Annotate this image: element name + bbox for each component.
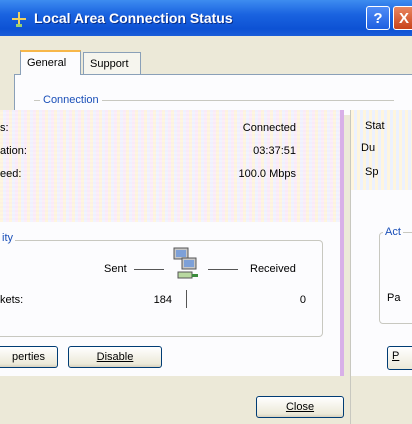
help-button[interactable]: ? <box>366 6 390 30</box>
secondary-properties-label: P <box>392 350 400 362</box>
received-line <box>208 269 238 270</box>
status-value: Connected <box>242 122 296 134</box>
speed-value: 100.0 Mbps <box>238 168 296 180</box>
tab-support[interactable]: Support <box>83 52 141 74</box>
secondary-duration-label: Du <box>361 142 376 154</box>
packets-label: kets: <box>0 294 24 306</box>
secondary-packets-label: Pa <box>387 292 401 304</box>
received-label: Received <box>250 263 296 275</box>
secondary-window: Stat Du Sp Act Pa P <box>350 110 412 424</box>
window-title: Local Area Connection Status <box>34 10 233 26</box>
duration-value: 03:37:51 <box>253 145 296 157</box>
close-button-label: Close <box>285 401 315 413</box>
secondary-footer <box>351 376 412 424</box>
packets-sent-value: 184 <box>153 294 172 306</box>
duration-label: ation: <box>0 145 27 157</box>
secondary-status-label: Stat <box>365 120 385 132</box>
title-bar[interactable]: Local Area Connection Status ? X <box>0 0 412 36</box>
packets-separator <box>186 290 187 308</box>
close-window-button[interactable]: X <box>393 6 412 30</box>
activity-group-label: ity <box>0 232 15 244</box>
secondary-activity-group <box>379 232 412 324</box>
status-label: s: <box>0 122 9 134</box>
connection-group-label: Connection <box>40 94 102 106</box>
speed-label: eed: <box>0 168 22 180</box>
disable-button[interactable]: Disable <box>68 346 162 368</box>
packets-received-value: 0 <box>299 294 306 306</box>
sent-line <box>134 269 164 270</box>
tab-general[interactable]: General <box>20 50 81 75</box>
secondary-speed-label: Sp <box>365 166 379 178</box>
properties-button[interactable]: perties <box>0 346 58 368</box>
network-connection-icon <box>12 12 26 27</box>
secondary-activity-label: Act <box>383 226 403 238</box>
close-button[interactable]: Close <box>256 396 344 418</box>
activity-group <box>0 240 323 337</box>
disable-button-label: Disable <box>96 351 134 363</box>
network-activity-icon <box>173 247 198 279</box>
sent-label: Sent <box>104 263 127 275</box>
secondary-properties-button[interactable]: P <box>387 346 412 370</box>
